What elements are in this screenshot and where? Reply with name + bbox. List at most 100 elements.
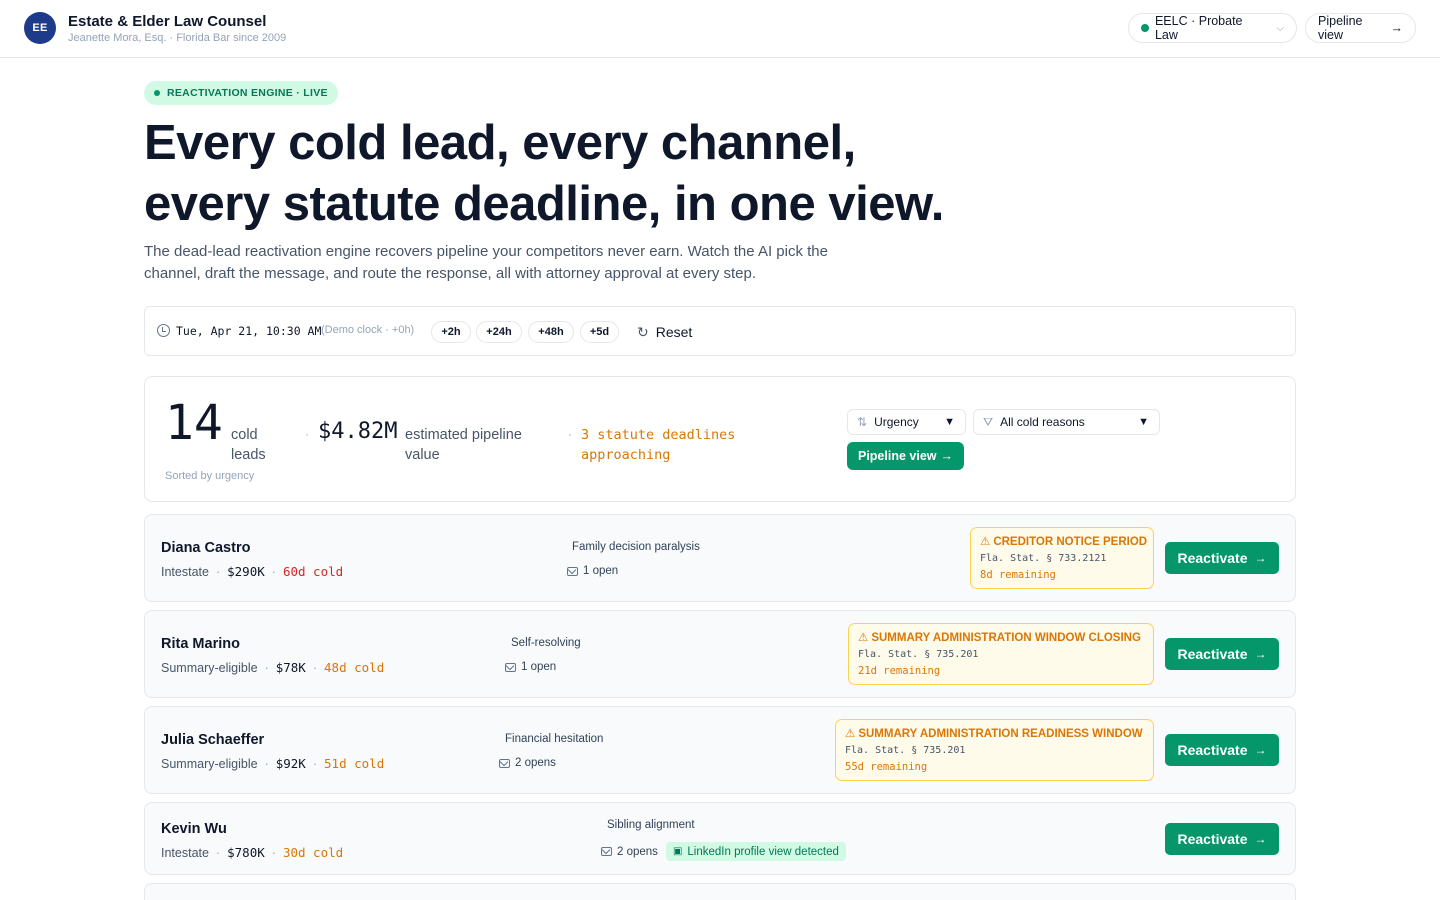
- reactivate-label: Reactivate: [1177, 550, 1248, 566]
- page-subtitle: The dead-lead reactivation engine recove…: [144, 243, 828, 282]
- separator-dot: ·: [305, 427, 309, 441]
- statute-deadline-card: ⚠ SUMMARY ADMINISTRATION READINESS WINDOW…: [835, 719, 1154, 781]
- reactivate-label: Reactivate: [1177, 646, 1248, 662]
- lead-cold-days: 30d cold: [282, 845, 344, 860]
- sorted-note: Sorted by urgency: [165, 470, 255, 482]
- deadline-title: ⚠ SUMMARY ADMINISTRATION READINESS WINDOW: [845, 726, 1144, 740]
- reactivate-label: Reactivate: [1177, 831, 1248, 847]
- lead-row[interactable]: Kevin Wu Intestate · $780K · 30d cold Sibl…: [144, 802, 1296, 875]
- pipeline-view-button[interactable]: Pipeline view →: [1305, 13, 1416, 43]
- arrow-right-icon: →: [1254, 647, 1267, 661]
- arrow-right-icon: →: [1254, 551, 1267, 565]
- clock-time: Tue, Apr 21, 10:30 AM: [176, 324, 322, 338]
- lead-name: Diana Castro: [161, 540, 251, 556]
- pipeline-button-label: Pipeline view: [857, 449, 937, 463]
- summary-card: 14 cold leads Sorted by urgency · $4.82M…: [144, 376, 1296, 502]
- lead-value: $92K: [275, 756, 306, 771]
- lead-opens-label: 2 opens: [617, 845, 658, 858]
- lead-opens: 2 opens ▣ LinkedIn profile view detected: [601, 842, 846, 861]
- arrow-right-icon: →: [1254, 832, 1267, 846]
- lead-opens: 2 opens: [499, 757, 556, 769]
- deadline-statute: Fla. Stat. § 733.2121: [980, 553, 1107, 564]
- lead-name: Rita Marino: [161, 636, 240, 652]
- statute-alert: 3 statute deadlines approaching: [581, 427, 736, 463]
- pipeline-value-label: estimated pipeline value: [405, 427, 522, 463]
- warning-icon: ⚠: [980, 536, 991, 548]
- lead-row[interactable]: Julia Schaeffer Summary-eligible · $92K · …: [144, 706, 1296, 794]
- lead-meta: Intestate · $780K · 30d cold: [161, 845, 344, 860]
- top-bar: EE Estate & Elder Law Counsel Jeanette M…: [0, 0, 1440, 58]
- deadline-title-label: SUMMARY ADMINISTRATION READINESS WINDOW: [858, 728, 1143, 740]
- live-dot-icon: [154, 90, 160, 96]
- pipeline-value: $4.82M: [318, 419, 398, 444]
- lead-value: $78K: [275, 660, 306, 675]
- advance-48h-button[interactable]: +48h: [528, 321, 574, 343]
- firm-name: Estate & Elder Law Counsel: [68, 13, 267, 30]
- live-badge: REACTIVATION ENGINE · LIVE: [144, 81, 338, 105]
- lead-meta: Intestate · $290K · 60d cold: [161, 564, 344, 579]
- lead-row[interactable]: [144, 883, 1296, 900]
- page-title: Every cold lead, every channel, every st…: [144, 113, 1044, 235]
- lead-cold-reason: Financial hesitation: [505, 733, 604, 745]
- chevron-down-icon: ▼: [1138, 416, 1149, 428]
- lead-count-label: cold leads: [231, 427, 266, 463]
- reactivate-button[interactable]: Reactivate →: [1165, 734, 1279, 766]
- sort-icon: ⇅: [857, 415, 868, 429]
- lead-value: $290K: [227, 564, 265, 579]
- statute-deadline-card: ⚠ SUMMARY ADMINISTRATION WINDOW CLOSING F…: [848, 623, 1154, 685]
- reactivate-label: Reactivate: [1177, 742, 1248, 758]
- lead-cold-days: 51d cold: [324, 756, 385, 771]
- deadline-remaining: 8d remaining: [980, 569, 1056, 581]
- pipeline-view-primary-button[interactable]: Pipeline view →: [847, 442, 964, 470]
- lead-opens-label: 1 open: [583, 565, 619, 577]
- deadline-remaining: 55d remaining: [845, 761, 928, 773]
- title-line-2: every statute deadline, in one view.: [144, 177, 944, 231]
- warning-icon: ⚠: [858, 632, 869, 644]
- advance-2h-button[interactable]: +2h: [431, 321, 471, 343]
- lead-opens: 1 open: [567, 565, 618, 577]
- advance-24h-button[interactable]: +24h: [476, 321, 522, 343]
- lead-meta: Summary-eligible · $92K · 51d cold: [161, 756, 385, 771]
- warning-icon: ⚠: [845, 728, 856, 740]
- lead-value: $780K: [227, 845, 265, 860]
- clock-demo-note: (Demo clock · +0h): [321, 324, 415, 336]
- reset-icon: ↻: [637, 323, 649, 340]
- reset-label: Reset: [655, 324, 693, 340]
- deadline-title-label: SUMMARY ADMINISTRATION WINDOW CLOSING: [871, 632, 1141, 644]
- lead-cold-reason: Family decision paralysis: [572, 541, 700, 553]
- envelope-open-icon: [567, 566, 578, 576]
- chevron-down-icon: ▼: [944, 416, 955, 428]
- clock-icon: [157, 324, 170, 337]
- lead-row[interactable]: Rita Marino Summary-eligible · $78K · 48d …: [144, 610, 1296, 698]
- linkedin-signal-badge: ▣ LinkedIn profile view detected: [665, 842, 846, 861]
- firm-selector-label: EELC · Probate Law: [1154, 14, 1243, 42]
- sort-select-value: Urgency: [874, 415, 919, 429]
- lead-type: Summary-eligible: [161, 660, 258, 675]
- arrow-right-icon: →: [1254, 743, 1267, 757]
- lead-opens-label: 1 open: [521, 661, 557, 673]
- briefcase-icon: ▣: [672, 846, 683, 857]
- firm-selector[interactable]: EELC · Probate Law ⌵: [1128, 13, 1297, 43]
- reset-button[interactable]: ↻ Reset: [637, 322, 692, 342]
- deadline-title: ⚠ CREDITOR NOTICE PERIOD: [980, 534, 1147, 548]
- lead-name: Kevin Wu: [161, 821, 227, 837]
- sort-select[interactable]: ⇅ Urgency ▼: [847, 409, 966, 435]
- lead-row[interactable]: Diana Castro Intestate · $290K · 60d cold …: [144, 514, 1296, 602]
- separator-dot: ·: [568, 427, 572, 441]
- pipeline-view-label: Pipeline view: [1318, 14, 1363, 42]
- cold-reason-select-value: All cold reasons: [1000, 415, 1085, 429]
- reactivate-button[interactable]: Reactivate →: [1165, 542, 1279, 574]
- arrow-right-icon: →: [940, 449, 954, 463]
- envelope-open-icon: [601, 847, 612, 856]
- cold-reason-select[interactable]: ⛛ All cold reasons ▼: [973, 409, 1160, 435]
- arrow-right-icon: →: [1390, 21, 1404, 35]
- envelope-open-icon: [499, 758, 510, 768]
- lead-opens-label: 2 opens: [515, 757, 556, 769]
- lead-meta: Summary-eligible · $78K · 48d cold: [161, 660, 385, 675]
- lead-cold-reason: Sibling alignment: [607, 819, 695, 831]
- reactivate-button[interactable]: Reactivate →: [1165, 638, 1279, 670]
- filter-icon: ⛛: [983, 414, 994, 429]
- reactivate-button[interactable]: Reactivate →: [1165, 823, 1279, 855]
- advance-5d-button[interactable]: +5d: [580, 321, 619, 343]
- live-badge-label: REACTIVATION ENGINE · LIVE: [167, 87, 328, 99]
